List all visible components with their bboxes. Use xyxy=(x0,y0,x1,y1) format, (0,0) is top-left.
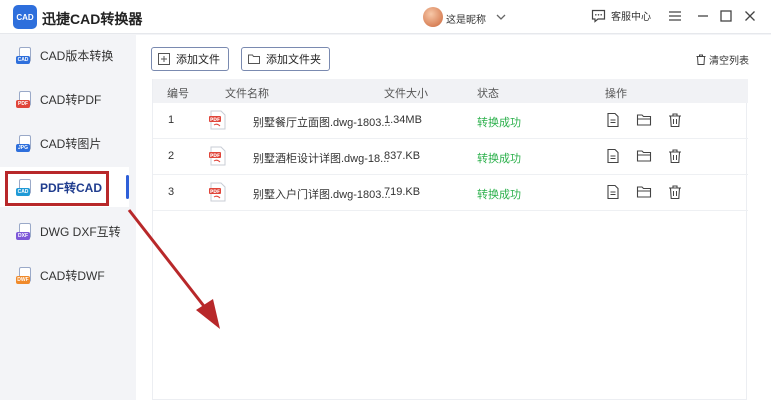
header-filename: 文件名称 xyxy=(225,88,269,100)
menu-button[interactable] xyxy=(667,8,683,24)
pdf-file-icon: PDF xyxy=(209,146,226,166)
open-folder-icon[interactable] xyxy=(636,184,652,200)
sidebar-item-cad-version[interactable]: CAD CAD版本转换 xyxy=(0,35,129,75)
close-button[interactable] xyxy=(742,8,758,24)
avatar[interactable] xyxy=(423,7,443,27)
row-filesize: 837.KB xyxy=(384,150,421,162)
header-actions: 操作 xyxy=(605,88,627,100)
delete-icon[interactable] xyxy=(667,148,683,164)
sidebar: CAD CAD版本转换 PDF CAD转PDF JPG CAD转图片 CAD P… xyxy=(0,35,129,400)
clear-list-button[interactable]: 清空列表 xyxy=(696,52,749,67)
main-panel: 添加文件 添加文件夹 清空列表 编号 文件名称 文件大小 状态 操作 1 PDF… xyxy=(136,35,771,400)
service-center-button[interactable]: 客服中心 xyxy=(591,8,651,23)
open-folder-icon[interactable] xyxy=(636,148,652,164)
service-center-label: 客服中心 xyxy=(611,12,651,23)
sidebar-item-label: CAD版本转换 xyxy=(40,48,114,63)
svg-text:PDF: PDF xyxy=(210,153,220,159)
file-table: 编号 文件名称 文件大小 状态 操作 1 PDF 别墅餐厅立面图.dwg-180… xyxy=(152,79,748,400)
header-number: 编号 xyxy=(167,88,189,100)
cad-to-image-icon: JPG xyxy=(16,134,34,152)
add-file-icon xyxy=(158,53,170,65)
table-row[interactable]: 3 PDF 别墅入户门详图.dwg-1803... 719.KB 转换成功 xyxy=(153,175,748,211)
cad-to-pdf-icon: PDF xyxy=(16,90,34,108)
document-icon[interactable] xyxy=(605,112,621,128)
close-icon xyxy=(745,11,755,21)
row-filename: 别墅餐厅立面图.dwg-1803... xyxy=(253,117,391,129)
row-filesize: 719.KB xyxy=(384,186,421,198)
sidebar-item-label: DWG DXF互转 xyxy=(40,224,121,239)
clear-list-label: 清空列表 xyxy=(709,56,749,67)
username[interactable]: 这是昵称 xyxy=(446,11,486,26)
header-status: 状态 xyxy=(477,88,499,100)
table-row[interactable]: 1 PDF 别墅餐厅立面图.dwg-1803... 1.34MB 转换成功 xyxy=(153,103,748,139)
sidebar-item-dwg-dxf[interactable]: DXF DWG DXF互转 xyxy=(0,211,129,251)
row-filename: 别墅入户门详图.dwg-1803... xyxy=(253,189,391,201)
sidebar-item-cad-to-dwf[interactable]: DWF CAD转DWF xyxy=(0,255,129,295)
app-logo: CAD xyxy=(13,5,37,29)
svg-text:PDF: PDF xyxy=(210,117,220,123)
add-file-label: 添加文件 xyxy=(176,54,220,66)
row-filesize: 1.34MB xyxy=(384,114,422,126)
row-filename: 别墅酒柜设计详图.dwg-18... xyxy=(253,153,390,165)
header-filesize: 文件大小 xyxy=(384,88,428,100)
document-icon[interactable] xyxy=(605,148,621,164)
title-bar: CAD 迅捷CAD转换器 这是昵称 客服中心 xyxy=(0,0,771,34)
pdf-file-icon: PDF xyxy=(209,182,226,202)
svg-text:PDF: PDF xyxy=(210,189,220,195)
app-title: 迅捷CAD转换器 xyxy=(42,11,143,27)
minimize-button[interactable] xyxy=(695,8,711,24)
row-number: 3 xyxy=(168,186,175,198)
row-status: 转换成功 xyxy=(477,153,521,165)
document-icon[interactable] xyxy=(605,184,621,200)
row-number: 2 xyxy=(168,150,175,162)
sidebar-item-cad-to-image[interactable]: JPG CAD转图片 xyxy=(0,123,129,163)
chat-icon xyxy=(591,9,606,23)
open-folder-icon[interactable] xyxy=(636,112,652,128)
pdf-file-icon: PDF xyxy=(209,110,226,130)
dwg-dxf-icon: DXF xyxy=(16,222,34,240)
row-number: 1 xyxy=(168,114,175,126)
trash-icon xyxy=(696,54,706,65)
row-status: 转换成功 xyxy=(477,117,521,129)
add-folder-button[interactable]: 添加文件夹 xyxy=(241,47,330,71)
delete-icon[interactable] xyxy=(667,112,683,128)
sidebar-item-label: CAD转PDF xyxy=(40,92,102,107)
sidebar-item-label: CAD转图片 xyxy=(40,136,102,151)
add-file-button[interactable]: 添加文件 xyxy=(151,47,229,71)
cad-to-dwf-icon: DWF xyxy=(16,266,34,284)
delete-icon[interactable] xyxy=(667,184,683,200)
sidebar-item-label: CAD转DWF xyxy=(40,268,105,283)
annotation-highlight-box xyxy=(5,171,109,206)
table-row[interactable]: 2 PDF 别墅酒柜设计详图.dwg-18... 837.KB 转换成功 xyxy=(153,139,748,175)
row-status: 转换成功 xyxy=(477,189,521,201)
cad-version-icon: CAD xyxy=(16,46,34,64)
sidebar-item-cad-to-pdf[interactable]: PDF CAD转PDF xyxy=(0,79,129,119)
maximize-icon xyxy=(720,10,732,22)
table-header: 编号 文件名称 文件大小 状态 操作 xyxy=(153,79,748,103)
minimize-icon xyxy=(698,15,708,17)
active-indicator xyxy=(126,175,129,199)
folder-icon xyxy=(248,54,260,64)
maximize-button[interactable] xyxy=(718,8,734,24)
menu-icon xyxy=(669,11,681,21)
add-folder-label: 添加文件夹 xyxy=(266,54,321,66)
chevron-down-icon[interactable] xyxy=(494,10,508,24)
